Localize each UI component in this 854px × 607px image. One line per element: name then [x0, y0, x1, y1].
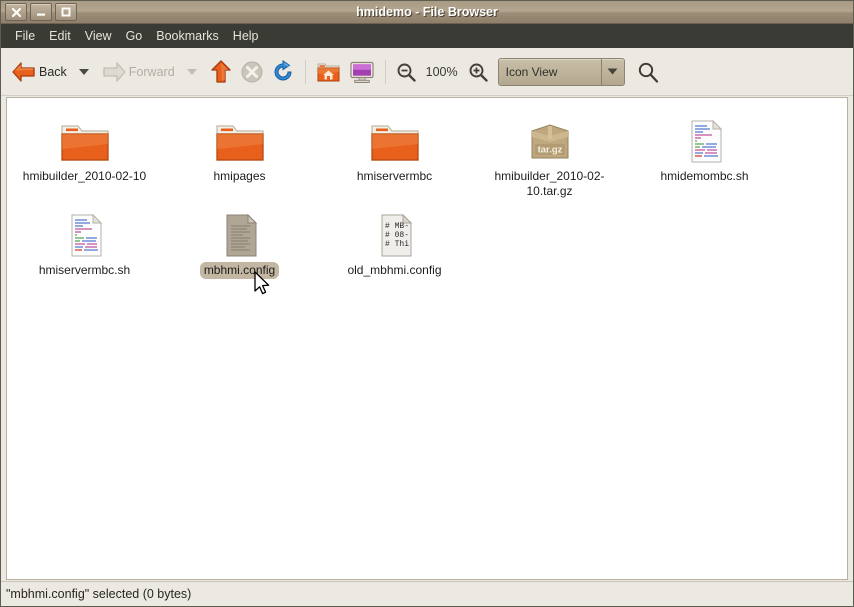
- file-item-folder[interactable]: hmiservermbc: [317, 106, 472, 200]
- icon-row: hmibuilder_2010-02-10 hmipages hmiserver…: [7, 106, 847, 200]
- preview-line-1: # MB-: [385, 222, 409, 231]
- icon-row: hmiservermbc.sh mbhmi.config # MB- # 08-…: [7, 200, 847, 279]
- chevron-down-icon: [78, 68, 89, 75]
- zoom-in-icon: [469, 63, 488, 82]
- menu-file[interactable]: File: [8, 26, 42, 46]
- toolbar-separator: [384, 59, 386, 84]
- file-label: hmiservermbc: [356, 169, 433, 183]
- file-item-config-selected[interactable]: mbhmi.config: [162, 200, 317, 279]
- view-mode-label: Icon View: [505, 64, 558, 79]
- file-item-folder[interactable]: hmipages: [162, 106, 317, 200]
- forward-history-dropdown[interactable]: [179, 55, 205, 89]
- toolbar-separator: [304, 59, 306, 84]
- forward-arrow-icon: [103, 61, 126, 82]
- minimize-icon: [37, 13, 45, 16]
- zoom-level-label: 100%: [425, 64, 458, 79]
- back-history-dropdown[interactable]: [71, 55, 97, 89]
- back-arrow-icon: [12, 61, 35, 82]
- computer-button[interactable]: [345, 55, 379, 89]
- close-button[interactable]: [5, 3, 27, 21]
- script-document-icon: [679, 112, 731, 164]
- menu-help[interactable]: Help: [226, 26, 266, 46]
- menu-bookmarks[interactable]: Bookmarks: [149, 26, 226, 46]
- forward-button[interactable]: Forward: [97, 55, 179, 89]
- title-bar: hmidemo - File Browser: [1, 1, 853, 24]
- script-document-icon: [59, 206, 111, 258]
- up-button[interactable]: [205, 55, 237, 89]
- zoom-out-icon: [397, 63, 416, 82]
- icon-grid: hmibuilder_2010-02-10 hmipages hmiserver…: [7, 98, 847, 279]
- toolbar: Back Forward 100% Icon View: [1, 48, 853, 96]
- view-mode-dropdown[interactable]: Icon View: [497, 57, 625, 86]
- config-document-icon: [214, 206, 266, 258]
- close-icon: [11, 7, 21, 17]
- maximize-icon: [61, 7, 71, 17]
- file-label: hmiservermbc.sh: [38, 263, 131, 277]
- file-item-script[interactable]: hmiservermbc.sh: [7, 200, 162, 279]
- file-label: hmidemombc.sh: [660, 169, 749, 183]
- menu-view[interactable]: View: [78, 26, 119, 46]
- file-label: mbhmi.config: [199, 262, 280, 279]
- file-browser-window: hmidemo - File Browser File Edit View Go…: [0, 0, 854, 607]
- status-bar: "mbhmi.config" selected (0 bytes): [1, 581, 853, 606]
- file-label: hmibuilder_2010-02-10: [22, 169, 147, 183]
- file-item-text[interactable]: # MB- # 08- # Thi old_mbhmi.config: [317, 200, 472, 279]
- back-button[interactable]: Back: [7, 55, 71, 89]
- window-buttons: [1, 3, 77, 21]
- preview-line-3: # Thi: [385, 240, 409, 249]
- menu-go[interactable]: Go: [119, 26, 150, 46]
- minimize-button[interactable]: [30, 3, 52, 21]
- folder-icon: [59, 112, 111, 164]
- archive-box-icon: tar.gz: [524, 112, 576, 164]
- stop-icon: [241, 61, 263, 82]
- file-item-script[interactable]: hmidemombc.sh: [627, 106, 782, 200]
- text-preview-icon: # MB- # 08- # Thi: [369, 206, 421, 258]
- forward-label: Forward: [128, 64, 175, 79]
- zoom-out-button[interactable]: [392, 55, 420, 89]
- folder-icon: [214, 112, 266, 164]
- chevron-down-icon: [602, 68, 624, 75]
- menu-bar: File Edit View Go Bookmarks Help: [1, 24, 853, 48]
- menu-edit[interactable]: Edit: [42, 26, 78, 46]
- computer-icon: [350, 61, 374, 83]
- search-button[interactable]: [633, 55, 663, 89]
- maximize-button[interactable]: [55, 3, 77, 21]
- folder-icon: [369, 112, 421, 164]
- preview-line-2: # 08-: [385, 231, 409, 240]
- file-label: old_mbhmi.config: [347, 263, 442, 277]
- file-label: hmibuilder_2010-02-10.tar.gz: [494, 169, 605, 198]
- home-button[interactable]: [312, 55, 345, 89]
- zoom-in-button[interactable]: [464, 55, 492, 89]
- status-text: "mbhmi.config" selected (0 bytes): [6, 587, 192, 601]
- home-folder-icon: [317, 63, 340, 81]
- archive-badge-text: tar.gz: [537, 145, 562, 156]
- window-title: hmidemo - File Browser: [356, 5, 498, 19]
- back-label: Back: [39, 64, 67, 79]
- up-arrow-icon: [210, 59, 231, 83]
- file-list-view[interactable]: hmibuilder_2010-02-10 hmipages hmiserver…: [6, 97, 848, 580]
- search-icon: [638, 62, 658, 83]
- stop-button[interactable]: [237, 55, 267, 89]
- reload-button[interactable]: [267, 55, 299, 89]
- file-item-archive[interactable]: tar.gz hmibuilder_2010-02-10.tar.gz: [472, 106, 627, 200]
- file-label: hmipages: [213, 169, 266, 183]
- chevron-down-icon: [186, 68, 197, 75]
- reload-icon: [274, 59, 292, 80]
- file-item-folder[interactable]: hmibuilder_2010-02-10: [7, 106, 162, 200]
